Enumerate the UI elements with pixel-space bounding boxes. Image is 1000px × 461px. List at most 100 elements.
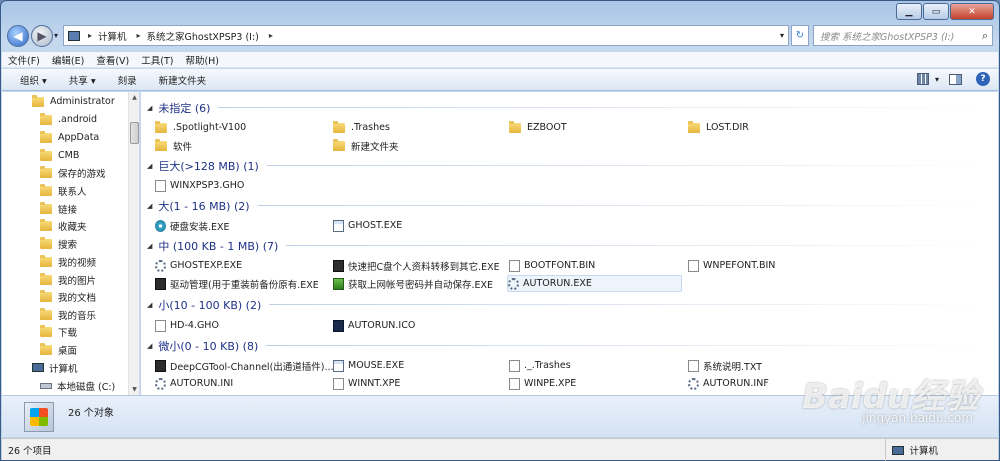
menu-help[interactable]: 帮助(H) xyxy=(185,53,219,67)
list-item[interactable]: WNPEFONT.BIN xyxy=(688,257,863,274)
list-item[interactable]: HD-4.GHO xyxy=(155,317,330,334)
list-item[interactable]: WINNT.XPE xyxy=(333,375,508,392)
list-item[interactable]: MOUSE.EXE xyxy=(333,357,508,374)
tree-item-administrator[interactable]: Administrator xyxy=(32,93,115,110)
list-item[interactable]: 新建文件夹 xyxy=(333,137,508,154)
collapse-icon[interactable]: ◢ xyxy=(147,202,152,210)
folder-icon xyxy=(509,120,521,133)
tree-label: 保存的游戏 xyxy=(58,168,106,180)
menu-tools[interactable]: 工具(T) xyxy=(141,53,173,67)
group-title: 大(1 - 16 MB) (2) xyxy=(158,199,250,213)
recent-pages-dropdown-icon[interactable]: ▾ xyxy=(54,31,58,40)
address-bar[interactable]: ▸ 计算机 ▸ 系统之家GhostXPSP3 (I:) ▸ ▾ xyxy=(63,25,789,46)
file-name: AUTORUN.INI xyxy=(170,378,234,389)
list-item[interactable]: BOOTFONT.BIN xyxy=(509,257,684,274)
change-view-icon[interactable] xyxy=(916,73,929,85)
tree-item-desktop[interactable]: 桌面 xyxy=(40,341,77,358)
list-item[interactable]: LOST.DIR xyxy=(688,119,863,136)
collapse-icon[interactable]: ◢ xyxy=(147,342,152,350)
list-item[interactable]: 硬盘安装.EXE xyxy=(155,217,330,234)
breadcrumb-separator-icon[interactable]: ▸ xyxy=(137,31,141,40)
preview-pane-icon[interactable] xyxy=(949,73,962,85)
tree-item-favorites[interactable]: 收藏夹 xyxy=(40,217,87,234)
tree-item-downloads[interactable]: 下载 xyxy=(40,323,77,340)
text-file-icon xyxy=(688,359,699,372)
minimize-icon[interactable]: ▁ xyxy=(896,3,922,20)
tree-item-searches[interactable]: 搜索 xyxy=(40,235,77,252)
scroll-down-icon[interactable]: ▼ xyxy=(129,384,139,395)
file-name: LOST.DIR xyxy=(706,122,749,133)
breadcrumb-separator-icon[interactable]: ▸ xyxy=(269,31,273,40)
nav-scrollbar[interactable]: ▲ ▼ xyxy=(128,92,139,395)
group-header-small[interactable]: ◢ 小(10 - 100 KB) (2) xyxy=(147,297,997,312)
scroll-up-icon[interactable]: ▲ xyxy=(129,92,139,103)
list-item[interactable]: 快速把C盘个人资料转移到其它.EXE xyxy=(333,257,508,274)
tree-item-pictures[interactable]: 我的图片 xyxy=(40,271,96,288)
list-item-selected[interactable]: AUTORUN.EXE xyxy=(507,275,682,292)
group-header-huge[interactable]: ◢ 巨大(>128 MB) (1) xyxy=(147,158,997,173)
tree-item-videos[interactable]: 我的视频 xyxy=(40,253,96,270)
menu-view[interactable]: 查看(V) xyxy=(96,53,129,67)
burn-button[interactable]: 刻录 xyxy=(118,73,137,87)
list-item[interactable]: EZBOOT xyxy=(509,119,684,136)
tree-item-documents[interactable]: 我的文档 xyxy=(40,288,96,305)
list-item[interactable]: AUTORUN.ICO xyxy=(333,317,508,334)
tree-item-drive-c[interactable]: 本地磁盘 (C:) xyxy=(40,377,115,394)
group-header-medium[interactable]: ◢ 中 (100 KB - 1 MB) (7) xyxy=(147,238,997,253)
list-item[interactable]: .Trashes xyxy=(333,119,508,136)
menu-bar: 文件(F) 编辑(E) 查看(V) 工具(T) 帮助(H) xyxy=(2,52,998,68)
list-item[interactable]: DeepCGTool-Channel(出通道插件)... xyxy=(155,357,334,374)
back-button[interactable]: ◀ xyxy=(7,25,29,47)
list-item[interactable]: GHOST.EXE xyxy=(333,217,508,234)
help-icon[interactable]: ? xyxy=(976,72,990,86)
gear-icon xyxy=(508,277,519,290)
breadcrumb-computer[interactable]: 计算机 xyxy=(98,29,127,43)
views-dropdown-icon[interactable]: ▾ xyxy=(935,75,939,84)
tree-item-music[interactable]: 我的音乐 xyxy=(40,306,96,323)
menu-file[interactable]: 文件(F) xyxy=(8,53,40,67)
share-button[interactable]: 共享 ▾ xyxy=(69,73,96,87)
list-item[interactable]: .Spotlight-V100 xyxy=(155,119,330,136)
forward-button[interactable]: ▶ xyxy=(31,25,53,47)
list-item[interactable]: AUTORUN.INI xyxy=(155,375,330,392)
list-item[interactable]: 获取上网帐号密码并自动保存.EXE xyxy=(333,275,508,292)
search-input[interactable]: 搜索 系统之家GhostXPSP3 (I:) ⌕ xyxy=(813,25,993,46)
list-item[interactable]: WINPE.XPE xyxy=(509,375,684,392)
close-icon[interactable]: ✕ xyxy=(950,3,994,20)
application-icon xyxy=(333,277,344,290)
tree-item-saved-games[interactable]: 保存的游戏 xyxy=(40,164,106,181)
group-divider xyxy=(218,107,997,108)
list-item[interactable]: WINXPSP3.GHO xyxy=(155,177,330,194)
collapse-icon[interactable]: ◢ xyxy=(147,301,152,309)
new-folder-button[interactable]: 新建文件夹 xyxy=(159,73,207,87)
collapse-icon[interactable]: ◢ xyxy=(147,162,152,170)
view-controls: ▾ ? xyxy=(916,72,990,86)
group-header-large[interactable]: ◢ 大(1 - 16 MB) (2) xyxy=(147,198,997,213)
tree-item-cmb[interactable]: CMB xyxy=(40,147,79,164)
address-dropdown-icon[interactable]: ▾ xyxy=(780,31,784,40)
tree-item-appdata[interactable]: AppData xyxy=(40,129,99,146)
collapse-icon[interactable]: ◢ xyxy=(147,104,152,112)
search-icon[interactable]: ⌕ xyxy=(982,29,988,43)
watermark-url: jingyan.baidu.com xyxy=(862,411,973,425)
maximize-icon[interactable]: ▭ xyxy=(923,3,949,20)
scroll-thumb[interactable] xyxy=(130,122,139,144)
tree-item-contacts[interactable]: 联系人 xyxy=(40,182,87,199)
group-header-tiny[interactable]: ◢ 微小(0 - 10 KB) (8) xyxy=(147,338,997,353)
computer-icon xyxy=(892,445,905,455)
list-item[interactable]: 软件 xyxy=(155,137,330,154)
tree-item-android[interactable]: .android xyxy=(40,111,97,128)
tree-item-computer[interactable]: 计算机 xyxy=(32,359,78,376)
list-item[interactable]: ._.Trashes xyxy=(509,357,684,374)
breadcrumb-drive[interactable]: 系统之家GhostXPSP3 (I:) xyxy=(147,29,259,43)
organize-button[interactable]: 组织 ▾ xyxy=(20,73,47,87)
tree-item-links[interactable]: 链接 xyxy=(40,200,77,217)
tree-label: 我的图片 xyxy=(58,275,97,287)
refresh-icon[interactable]: ↻ xyxy=(791,25,809,46)
breadcrumb-separator-icon[interactable]: ▸ xyxy=(88,31,92,40)
collapse-icon[interactable]: ◢ xyxy=(147,242,152,250)
list-item[interactable]: 驱动管理(用于重装前备份原有.EXE xyxy=(155,275,330,292)
group-header-unspecified[interactable]: ◢ 未指定 (6) xyxy=(147,100,997,115)
list-item[interactable]: GHOSTEXP.EXE xyxy=(155,257,330,274)
menu-edit[interactable]: 编辑(E) xyxy=(52,53,84,67)
